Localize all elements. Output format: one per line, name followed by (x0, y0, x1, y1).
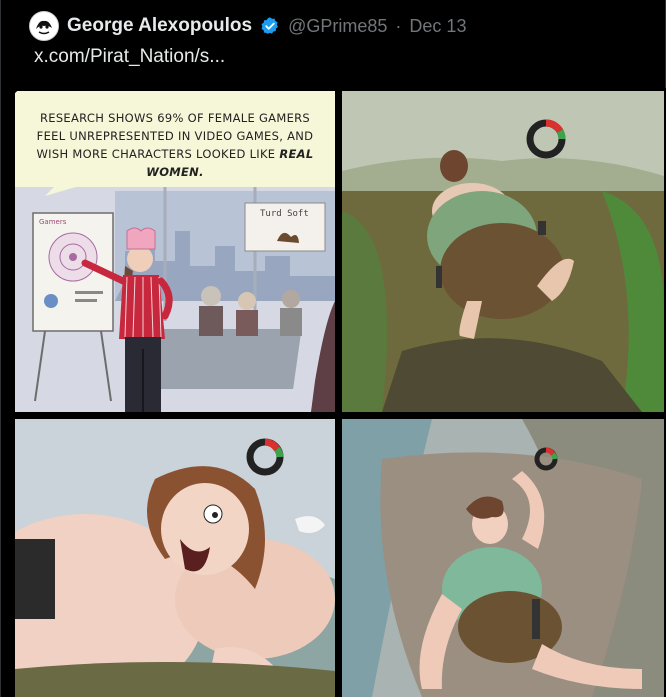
crawling-illustration (342, 91, 664, 412)
sign-text: Turd Soft (260, 209, 309, 219)
tweet-date[interactable]: Dec 13 (409, 16, 466, 37)
author-name[interactable]: George Alexopoulos (67, 15, 252, 37)
chart-title-label: Gamers (39, 218, 67, 226)
separator-dot: · (395, 15, 402, 36)
comic-panel-2 (342, 91, 664, 412)
comic-caption: RESEARCH SHOWS 69% OF FEMALE GAMERS FEEL… (15, 91, 335, 187)
falling-illustration (342, 419, 664, 697)
closeup-illustration (15, 419, 335, 697)
verified-badge-icon (261, 17, 279, 34)
caption-main: RESEARCH SHOWS 69% OF FEMALE GAMERS FEEL… (36, 111, 314, 161)
tweet-card[interactable]: George Alexopoulos @GPrime85 · Dec 13 x.… (0, 0, 666, 697)
comic-panel-3 (15, 419, 335, 697)
tweet-header: George Alexopoulos @GPrime85 · Dec 13 (29, 10, 466, 42)
avatar[interactable] (29, 11, 59, 41)
tweet-link[interactable]: x.com/Pirat_Nation/s... (34, 46, 225, 68)
comic-panel-1: RESEARCH SHOWS 69% OF FEMALE GAMERS FEEL… (15, 91, 335, 412)
caption-text: RESEARCH SHOWS 69% OF FEMALE GAMERS FEEL… (25, 109, 325, 181)
comic-panel-4 (342, 419, 664, 697)
tweet-media-comic[interactable]: RESEARCH SHOWS 69% OF FEMALE GAMERS FEEL… (12, 88, 666, 697)
author-handle[interactable]: @GPrime85 (288, 16, 387, 37)
